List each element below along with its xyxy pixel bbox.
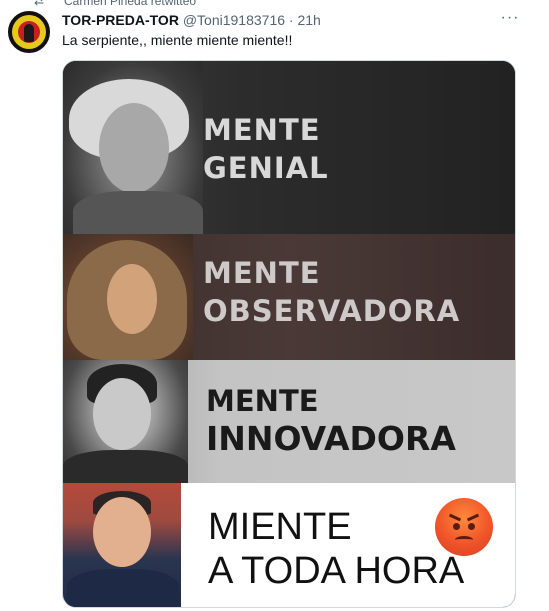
portrait-photo bbox=[63, 234, 193, 360]
separator-dot: · bbox=[288, 12, 294, 28]
retweet-context: ⇄ Carmen Pineda retwitteó bbox=[0, 0, 549, 8]
retweet-text: Carmen Pineda retwitteó bbox=[64, 0, 197, 8]
portrait-photo bbox=[63, 61, 203, 234]
tweet-header: TOR-PREDA-TOR @Toni19183716 · 21h bbox=[62, 11, 321, 29]
handle[interactable]: @Toni19183716 bbox=[183, 12, 285, 28]
angry-face-icon bbox=[435, 498, 493, 556]
meme-panel-2: MENTE OBSERVADORA bbox=[63, 234, 515, 360]
meme-panel-3: MENTE INNOVADORA bbox=[63, 360, 515, 483]
timestamp[interactable]: 21h bbox=[297, 12, 320, 28]
panel-caption: MIENTE A TODA HORA bbox=[208, 506, 465, 592]
panel-caption: MENTE OBSERVADORA bbox=[203, 256, 461, 328]
tweet-image[interactable]: MENTE GENIAL MENTE OBSERVADORA MENTE INN… bbox=[62, 60, 516, 608]
tweet[interactable]: ⇄ Carmen Pineda retwitteó TOR-PREDA-TOR … bbox=[0, 0, 549, 611]
panel-caption: MENTE INNOVADORA bbox=[206, 384, 456, 458]
display-name[interactable]: TOR-PREDA-TOR bbox=[62, 12, 179, 28]
retweet-icon: ⇄ bbox=[34, 0, 45, 8]
panel-caption: MENTE GENIAL bbox=[203, 113, 329, 185]
meme-panel-1: MENTE GENIAL bbox=[63, 61, 515, 234]
meme-panel-4: MIENTE A TODA HORA bbox=[63, 483, 515, 607]
avatar[interactable] bbox=[8, 11, 50, 53]
portrait-photo bbox=[63, 483, 181, 607]
portrait-photo bbox=[63, 360, 188, 483]
more-options-icon[interactable]: ··· bbox=[498, 8, 522, 28]
tweet-text: La serpiente,, miente miente miente!! bbox=[62, 32, 293, 48]
